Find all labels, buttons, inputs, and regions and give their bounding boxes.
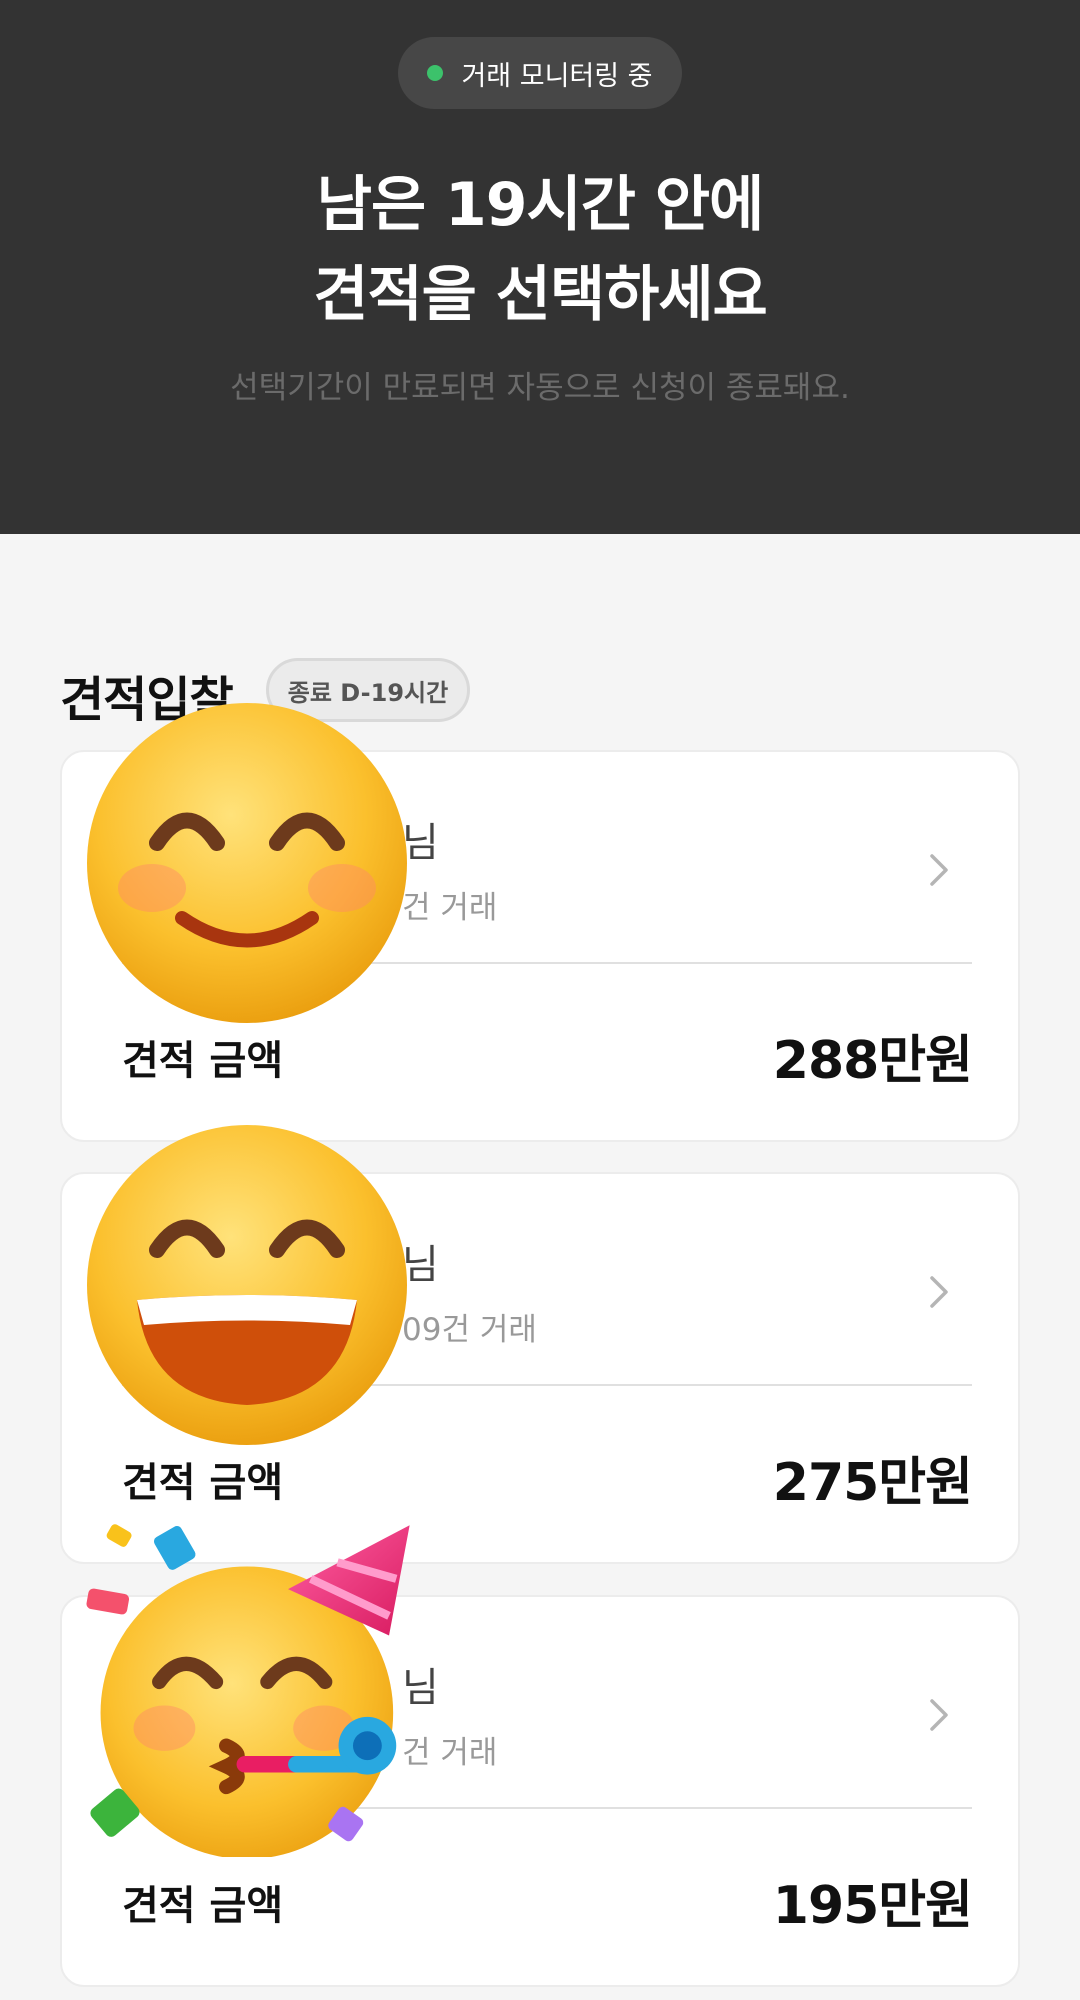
amount-label: 견적 금액	[122, 1460, 284, 1506]
bid-card[interactable]: 님 건 거래 견적 금액 288만원	[60, 703, 1020, 1142]
status-dot-icon	[427, 65, 444, 81]
amount-label: 견적 금액	[122, 1038, 284, 1084]
amount-label: 견적 금액	[122, 1883, 284, 1929]
chevron-right-icon	[930, 1699, 948, 1731]
bidder-trade-count: 09건 거래	[402, 1312, 537, 1348]
monitoring-status-label: 거래 모니터링 중	[461, 60, 653, 92]
bidder-trade-count: 건 거래	[402, 890, 498, 926]
chevron-right-icon	[930, 854, 948, 886]
bid-card[interactable]: 님 09건 거래 견적 금액 275만원	[60, 1125, 1020, 1564]
bid-card[interactable]: 님 건 거래 견적 금액 195만원	[60, 1524, 1020, 1987]
amount-value: 195만원	[772, 1876, 973, 1936]
chevron-right-icon	[930, 1276, 948, 1308]
partying-face-emoji-icon	[86, 1524, 410, 1857]
grinning-face-emoji-icon	[87, 1125, 407, 1445]
amount-value: 275만원	[772, 1453, 973, 1513]
page-title-line1: 남은 19시간 안에	[316, 170, 764, 240]
smiling-face-emoji-icon	[87, 703, 407, 1023]
page-subtitle: 선택기간이 만료되면 자동으로 신청이 종료돼요.	[230, 370, 850, 406]
page-title-line2: 견적을 선택하세요	[313, 260, 768, 330]
hero-header: 거래 모니터링 중 남은 19시간 안에 견적을 선택하세요 선택기간이 만료되…	[0, 0, 1080, 534]
amount-value: 288만원	[772, 1031, 973, 1091]
monitoring-status-pill: 거래 모니터링 중	[398, 37, 682, 109]
page-title: 남은 19시간 안에 견적을 선택하세요	[0, 160, 1080, 340]
